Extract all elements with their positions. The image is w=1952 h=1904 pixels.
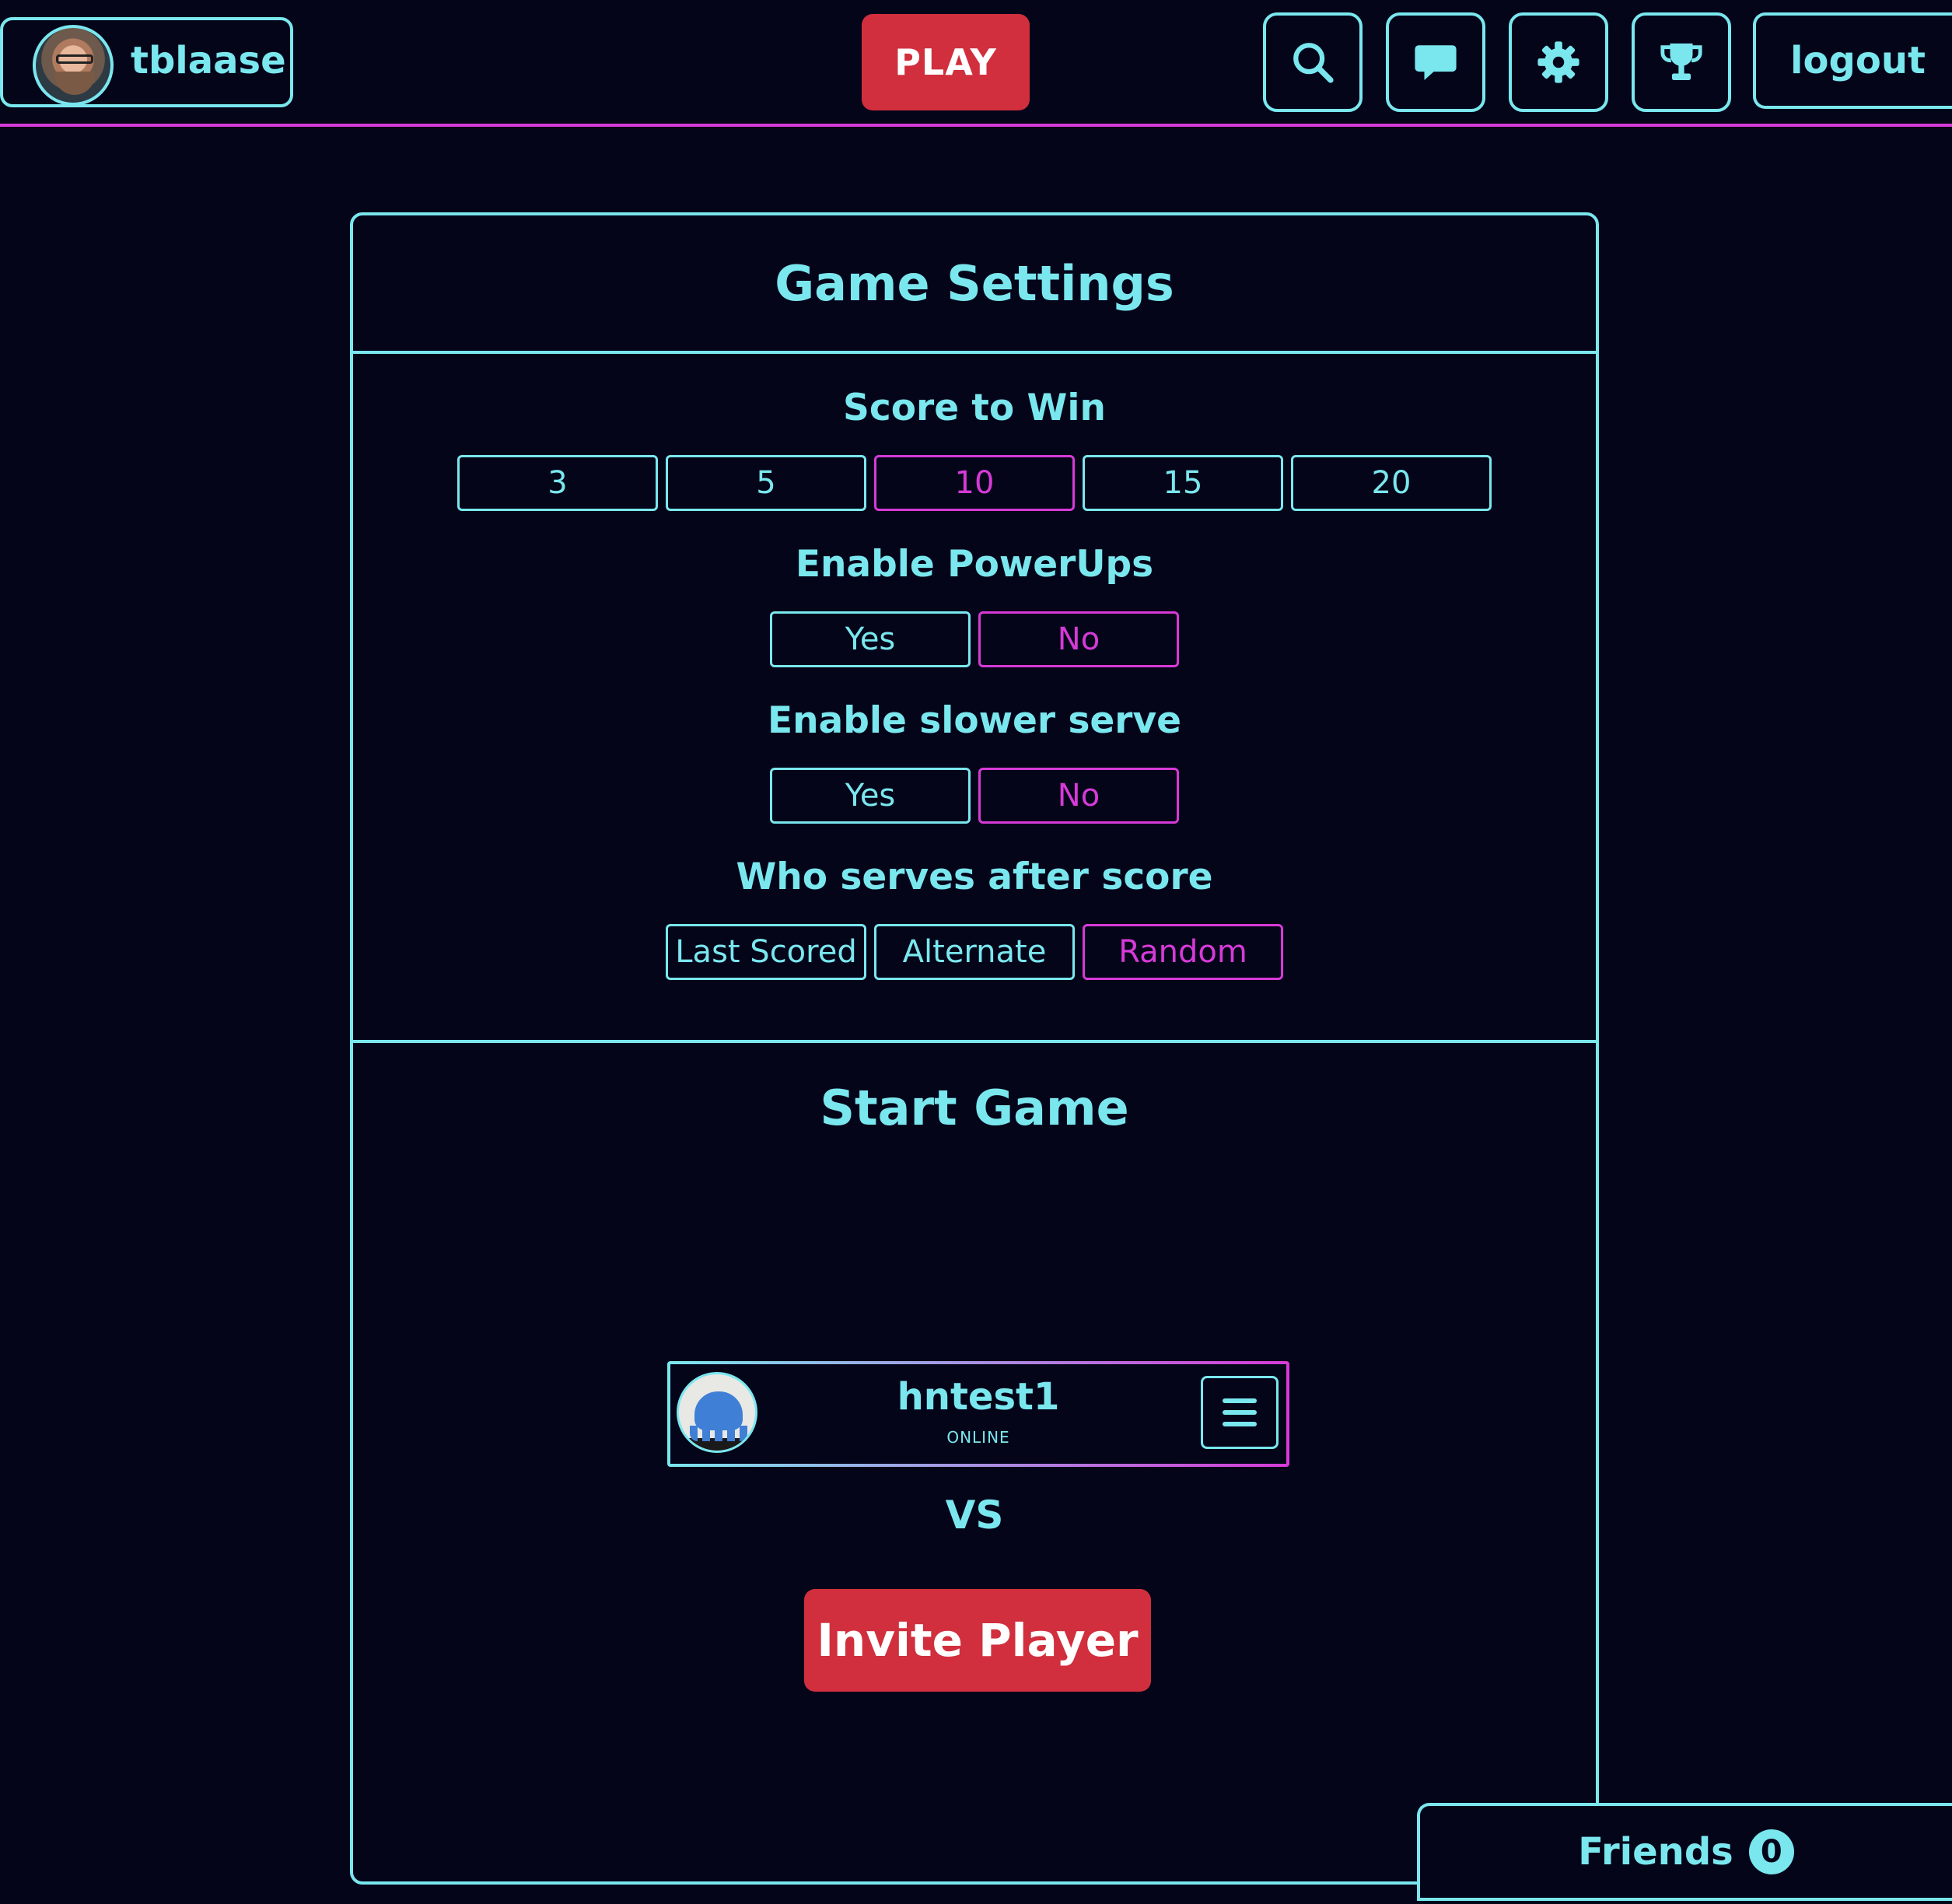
serve-alternate-option[interactable]: Alternate bbox=[874, 924, 1075, 980]
opponent-status: ONLINE bbox=[946, 1428, 1010, 1447]
play-button[interactable]: PLAY bbox=[862, 14, 1030, 110]
slower-serve-no-option[interactable]: No bbox=[978, 768, 1179, 824]
powerups-label: Enable PowerUps bbox=[795, 543, 1154, 586]
menu-icon bbox=[1223, 1398, 1257, 1426]
trophy-icon bbox=[1660, 43, 1702, 80]
opponent-name: hntest1 bbox=[897, 1375, 1060, 1419]
profile-button[interactable]: tblaase bbox=[0, 17, 293, 107]
friends-label: Friends bbox=[1578, 1830, 1733, 1874]
username-label: tblaase bbox=[131, 39, 286, 82]
gear-icon bbox=[1537, 41, 1579, 83]
start-game-title: Start Game bbox=[820, 1080, 1129, 1136]
friends-tab[interactable]: Friends 0 bbox=[1417, 1803, 1952, 1901]
settings-section: Score to Win 3 5 10 15 20 Enable PowerUp… bbox=[353, 354, 1596, 1043]
score-option-10[interactable]: 10 bbox=[874, 455, 1075, 511]
friends-count-badge: 0 bbox=[1748, 1829, 1794, 1874]
avatar bbox=[33, 25, 114, 106]
score-to-win-options: 3 5 10 15 20 bbox=[353, 455, 1596, 511]
slower-serve-yes-option[interactable]: Yes bbox=[770, 768, 971, 824]
score-option-20[interactable]: 20 bbox=[1291, 455, 1492, 511]
who-serves-label: Who serves after score bbox=[736, 856, 1213, 898]
slower-serve-options: Yes No bbox=[353, 768, 1596, 824]
opponent-menu-button[interactable] bbox=[1201, 1376, 1279, 1449]
logout-button[interactable]: logout bbox=[1753, 12, 1952, 109]
settings-button[interactable] bbox=[1509, 12, 1608, 112]
search-button[interactable] bbox=[1263, 12, 1363, 112]
powerups-yes-option[interactable]: Yes bbox=[770, 611, 971, 667]
opponent-card: hntest1 ONLINE bbox=[667, 1361, 1289, 1467]
score-option-3[interactable]: 3 bbox=[457, 455, 658, 511]
score-to-win-label: Score to Win bbox=[843, 387, 1106, 429]
panel-header: Game Settings bbox=[353, 215, 1596, 354]
vs-label: VS bbox=[945, 1493, 1004, 1538]
slower-serve-label: Enable slower serve bbox=[767, 699, 1182, 742]
chat-button[interactable] bbox=[1386, 12, 1485, 112]
leaderboard-button[interactable] bbox=[1632, 12, 1731, 112]
serve-last-scored-option[interactable]: Last Scored bbox=[666, 924, 866, 980]
who-serves-options: Last Scored Alternate Random bbox=[353, 924, 1596, 980]
game-panel: Game Settings Score to Win 3 5 10 15 20 … bbox=[350, 212, 1599, 1885]
powerups-options: Yes No bbox=[353, 611, 1596, 667]
search-icon bbox=[1293, 43, 1334, 83]
powerups-no-option[interactable]: No bbox=[978, 611, 1179, 667]
chat-icon bbox=[1415, 45, 1457, 80]
invite-player-button[interactable]: Invite Player bbox=[804, 1589, 1151, 1692]
score-option-5[interactable]: 5 bbox=[666, 455, 866, 511]
top-navbar: tblaase PLAY logout bbox=[0, 0, 1952, 127]
game-settings-title: Game Settings bbox=[775, 254, 1174, 312]
serve-random-option[interactable]: Random bbox=[1083, 924, 1283, 980]
score-option-15[interactable]: 15 bbox=[1083, 455, 1283, 511]
